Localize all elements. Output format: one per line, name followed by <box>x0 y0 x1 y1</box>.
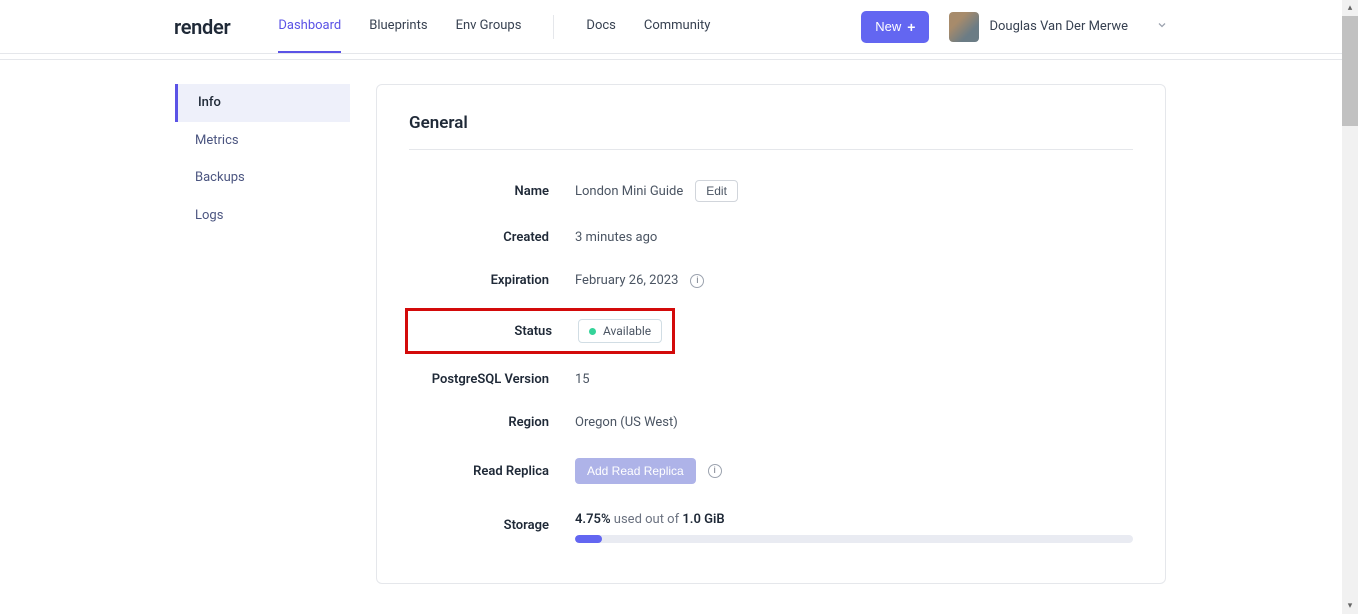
storage-percent: 4.75% <box>575 512 611 527</box>
nav-docs[interactable]: Docs <box>586 0 615 53</box>
pgversion-value: 15 <box>575 372 590 387</box>
field-created: Created 3 minutes ago <box>409 230 1133 245</box>
field-name: Name London Mini Guide Edit <box>409 180 1133 202</box>
storage-progress-fill <box>575 535 602 543</box>
sidebar: Info Metrics Backups Logs <box>175 84 350 584</box>
logo: render <box>174 15 230 39</box>
username: Douglas Van Der Merwe <box>989 19 1128 34</box>
sidebar-item-metrics[interactable]: Metrics <box>175 122 350 160</box>
main-content: Info Metrics Backups Logs General Name L… <box>0 60 1342 608</box>
storage-progress-bar <box>575 535 1133 543</box>
scroll-down-arrow-icon[interactable]: ▾ <box>1342 598 1358 614</box>
nav-envgroups[interactable]: Env Groups <box>456 0 522 53</box>
add-read-replica-button[interactable]: Add Read Replica <box>575 458 696 484</box>
field-region: Region Oregon (US West) <box>409 415 1133 430</box>
sidebar-item-backups[interactable]: Backups <box>175 159 350 197</box>
edit-name-button[interactable]: Edit <box>695 180 738 202</box>
storage-total: 1.0 GiB <box>682 512 724 527</box>
status-badge: Available <box>578 319 662 343</box>
scrollbar[interactable]: ▴ ▾ <box>1342 0 1358 614</box>
field-pgversion: PostgreSQL Version 15 <box>409 372 1133 387</box>
field-status: Status Available <box>412 319 662 343</box>
plus-icon: + <box>907 19 915 35</box>
status-label: Status <box>412 324 552 339</box>
nav-community[interactable]: Community <box>644 0 711 53</box>
region-label: Region <box>409 415 549 430</box>
sidebar-item-info[interactable]: Info <box>175 84 350 122</box>
chevron-down-icon <box>1156 19 1168 35</box>
field-storage: Storage 4.75% used out of 1.0 GiB <box>409 512 1133 543</box>
expiration-label: Expiration <box>409 273 549 288</box>
scroll-up-arrow-icon[interactable]: ▴ <box>1342 0 1358 16</box>
status-dot-icon <box>589 328 596 335</box>
panel-title: General <box>409 113 1133 150</box>
info-icon[interactable]: i <box>690 274 704 288</box>
field-expiration: Expiration February 26, 2023 i <box>409 273 1133 288</box>
name-label: Name <box>409 184 549 199</box>
created-label: Created <box>409 230 549 245</box>
new-button-label: New <box>875 19 901 34</box>
general-panel: General Name London Mini Guide Edit Crea… <box>376 84 1166 584</box>
status-value: Available <box>603 324 651 338</box>
avatar <box>949 12 979 42</box>
sidebar-item-logs[interactable]: Logs <box>175 197 350 235</box>
field-readreplica: Read Replica Add Read Replica i <box>409 458 1133 484</box>
expiration-value: February 26, 2023 <box>575 273 678 288</box>
created-value: 3 minutes ago <box>575 230 657 245</box>
pgversion-label: PostgreSQL Version <box>409 372 549 387</box>
status-highlight-box: Status Available <box>405 308 675 354</box>
info-icon[interactable]: i <box>708 464 722 478</box>
scrollbar-thumb[interactable] <box>1342 16 1358 126</box>
top-header: render Dashboard Blueprints Env Groups D… <box>0 0 1342 54</box>
header-right: New + Douglas Van Der Merwe <box>861 11 1168 43</box>
storage-label: Storage <box>409 518 549 533</box>
nav-divider <box>553 15 554 39</box>
nav-dashboard[interactable]: Dashboard <box>278 0 341 53</box>
readreplica-label: Read Replica <box>409 464 549 479</box>
user-menu[interactable]: Douglas Van Der Merwe <box>949 12 1168 42</box>
main-nav: Dashboard Blueprints Env Groups Docs Com… <box>278 0 861 53</box>
nav-blueprints[interactable]: Blueprints <box>369 0 427 53</box>
region-value: Oregon (US West) <box>575 415 678 430</box>
new-button[interactable]: New + <box>861 11 929 43</box>
storage-text: 4.75% used out of 1.0 GiB <box>575 512 1133 527</box>
storage-used-text: used out of <box>611 512 683 527</box>
name-value: London Mini Guide <box>575 184 683 199</box>
